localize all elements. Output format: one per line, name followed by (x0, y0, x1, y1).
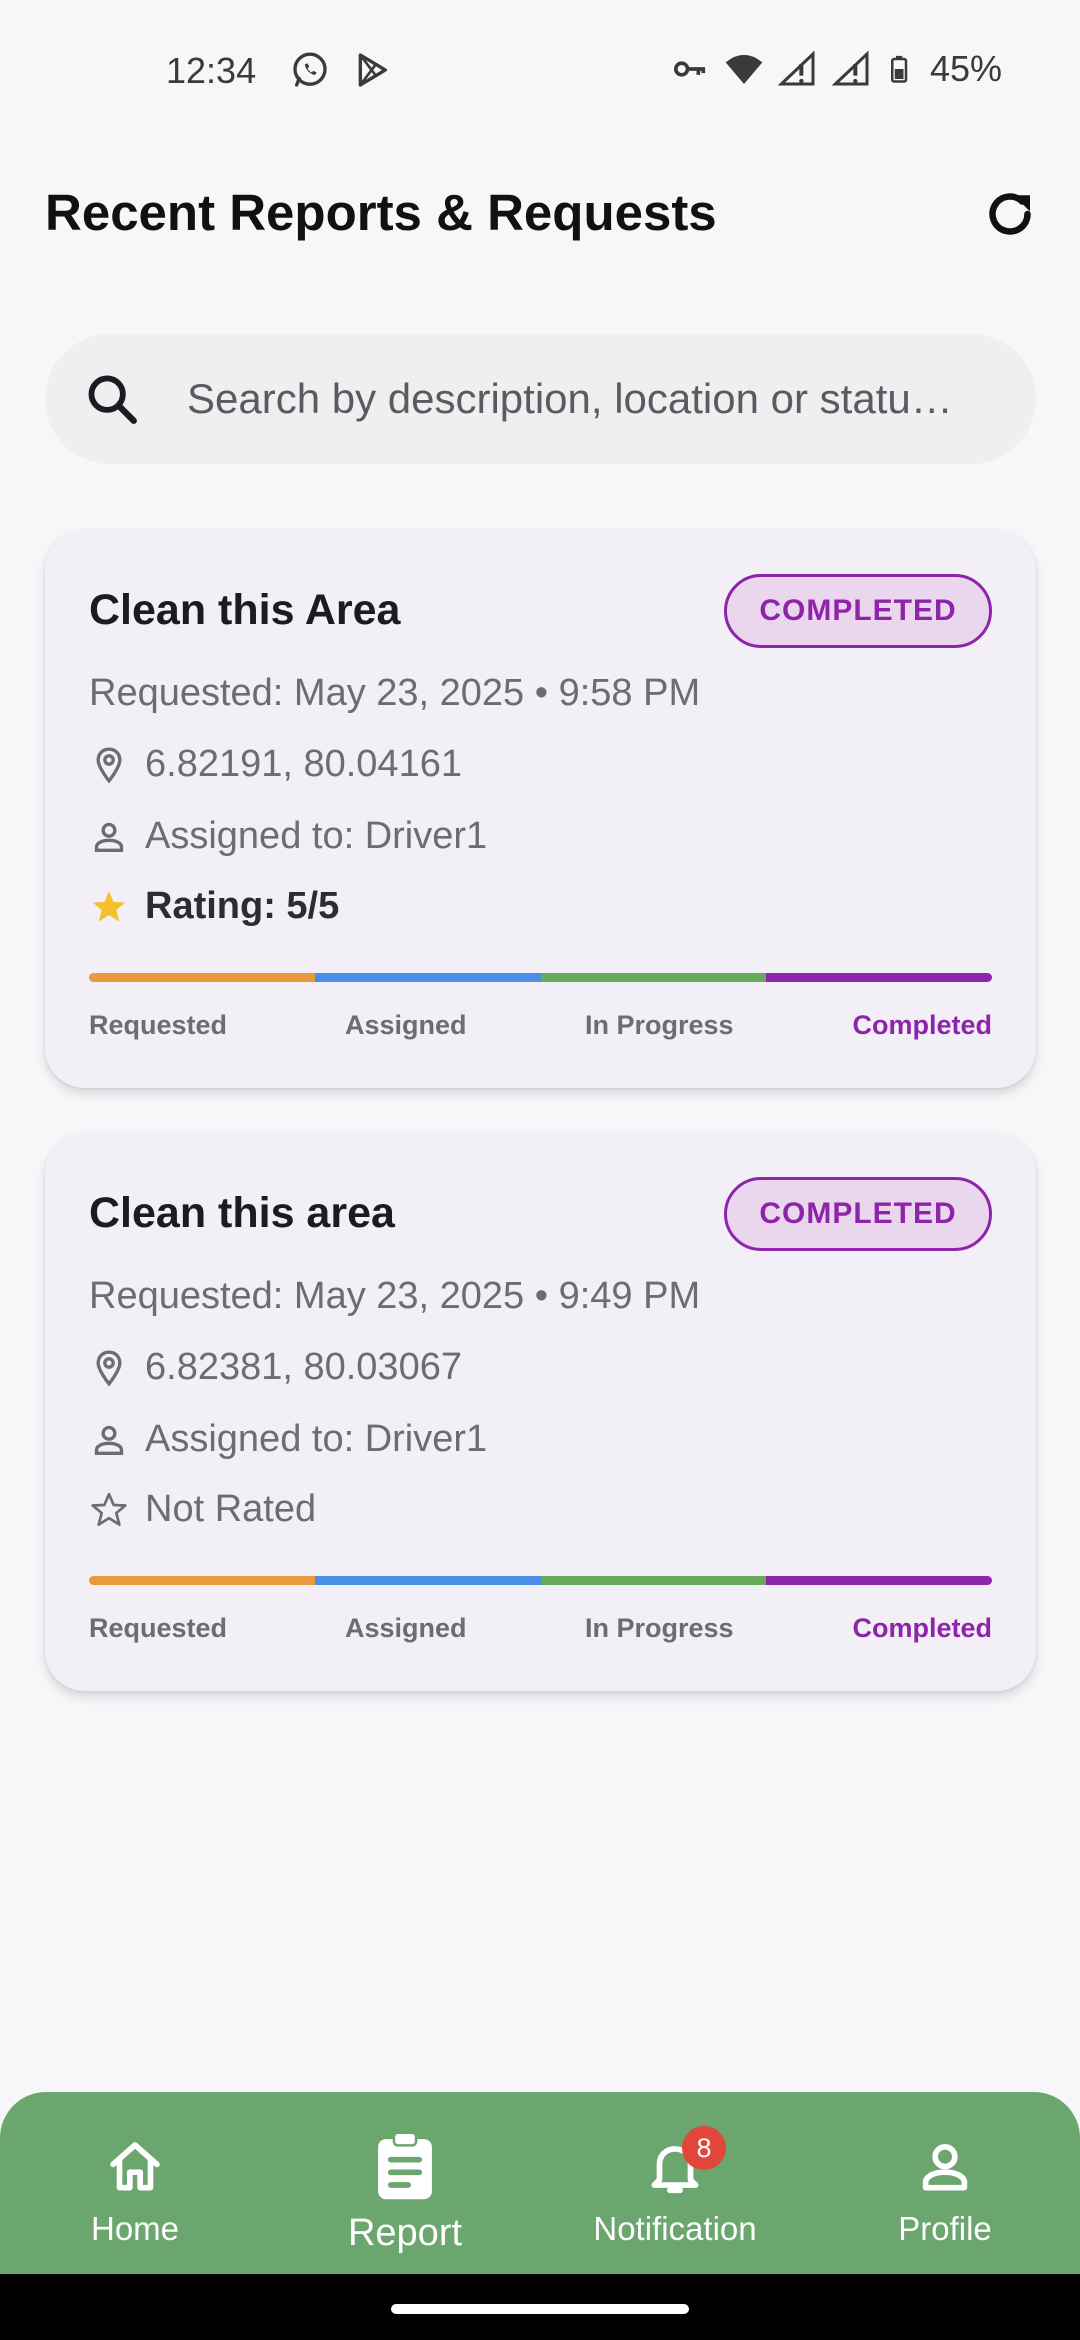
step-label: Requested (89, 1010, 228, 1040)
progress-segment-requested (89, 973, 315, 982)
progress-segment-assigned (314, 1576, 541, 1585)
status-time: 12:34 (166, 50, 257, 91)
assigned-row: Assigned to: Driver1 (89, 1418, 487, 1461)
step-label: Assigned (345, 1613, 467, 1643)
home-icon (110, 2142, 160, 2191)
whatsapp-icon (293, 52, 327, 87)
progress-steps: Requested Assigned In Progress Completed (89, 1010, 992, 1050)
search-bar[interactable] (45, 334, 1036, 464)
progress-steps: Requested Assigned In Progress Completed (89, 1613, 992, 1653)
system-icons: 45% (670, 48, 1002, 90)
header: Recent Reports & Requests (45, 180, 1040, 250)
nav-profile[interactable]: Profile (810, 2092, 1080, 2274)
play-store-icon (358, 53, 387, 87)
signal-icon (777, 50, 815, 86)
report-card[interactable]: Clean this Area COMPLETED Requested: May… (45, 530, 1036, 1088)
star-filled-icon (92, 890, 126, 922)
person-icon (922, 2144, 968, 2191)
refresh-icon[interactable] (980, 184, 1040, 244)
person-outline-icon (94, 1425, 124, 1455)
status-bar: 12:34 45% (0, 0, 1080, 140)
progress-segment-requested (89, 1576, 315, 1585)
assigned-row: Assigned to: Driver1 (89, 815, 487, 858)
nav-label: Home (90, 2210, 180, 2247)
report-title: Clean this area (89, 1189, 395, 1237)
status-badge: COMPLETED (724, 574, 992, 648)
nav-report[interactable]: Report (270, 2092, 540, 2274)
step-label-active: Completed (852, 1613, 992, 1643)
vpn-key-icon (673, 61, 706, 77)
step-label: Requested (89, 1613, 228, 1643)
requested-date: Requested: May 23, 2025 • 9:58 PM (89, 672, 701, 714)
search-input[interactable] (187, 334, 1017, 464)
location-row: 6.82381, 80.03067 (89, 1346, 462, 1389)
assigned-text: Assigned to: Driver1 (145, 815, 488, 857)
report-title: Clean this Area (89, 586, 401, 634)
location-text: 6.82381, 80.03067 (145, 1346, 462, 1388)
notification-icons (290, 50, 392, 90)
location-row: 6.82191, 80.04161 (89, 743, 462, 786)
progress-segment-completed (766, 973, 992, 982)
nav-label: Profile (898, 2210, 992, 2247)
battery-percent: 45% (929, 48, 1002, 89)
clipboard-icon (378, 2131, 432, 2200)
location-text: 6.82191, 80.04161 (145, 743, 462, 785)
nav-home[interactable]: Home (0, 2092, 270, 2274)
rating-text: Not Rated (145, 1488, 317, 1530)
bottom-nav: Home Report 8 Notification Profile (0, 2092, 1080, 2274)
star-outline-icon (91, 1492, 127, 1526)
battery-icon (890, 55, 908, 83)
step-label: Assigned (345, 1010, 467, 1040)
nav-label: Report (347, 2212, 463, 2254)
step-label-active: Completed (852, 1010, 992, 1040)
page-title: Recent Reports & Requests (45, 184, 717, 241)
progress-segment-assigned (314, 973, 541, 982)
home-gesture-handle[interactable] (391, 2304, 689, 2314)
nav-notification[interactable]: 8 Notification (540, 2092, 810, 2274)
progress-segment-in-progress (540, 1576, 767, 1585)
progress-bar (89, 1576, 992, 1585)
search-icon (88, 375, 137, 424)
rating-row: Not Rated (89, 1488, 316, 1531)
step-label: In Progress (585, 1613, 734, 1643)
report-card[interactable]: Clean this area COMPLETED Requested: May… (45, 1133, 1036, 1691)
requested-date: Requested: May 23, 2025 • 9:49 PM (89, 1275, 701, 1317)
nav-label: Notification (593, 2210, 757, 2247)
location-pin-icon (96, 746, 122, 783)
rating-text: Rating: 5/5 (145, 885, 340, 927)
wifi-icon (725, 54, 763, 84)
notification-count-badge: 8 (682, 2126, 726, 2170)
progress-bar (89, 973, 992, 982)
progress-segment-completed (766, 1576, 992, 1585)
rating-row: Rating: 5/5 (89, 885, 339, 928)
gesture-bar (0, 2274, 1080, 2340)
person-outline-icon (94, 822, 124, 852)
status-badge: COMPLETED (724, 1177, 992, 1251)
step-label: In Progress (585, 1010, 734, 1040)
signal-icon-2 (831, 50, 869, 86)
progress-segment-in-progress (540, 973, 767, 982)
assigned-text: Assigned to: Driver1 (145, 1418, 488, 1460)
location-pin-icon (96, 1349, 122, 1386)
